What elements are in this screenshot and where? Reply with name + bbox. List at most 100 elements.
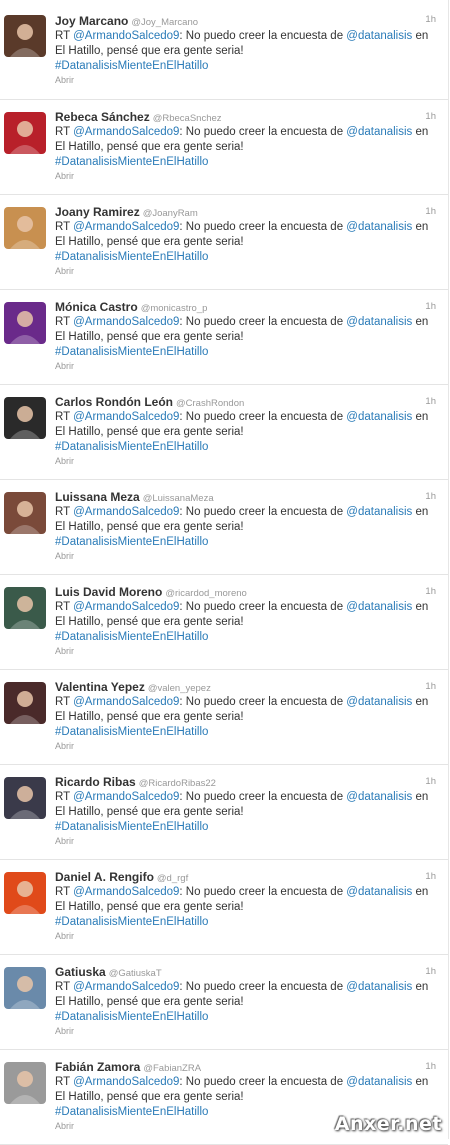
- user-handle[interactable]: @RbecaSnchez: [153, 113, 222, 124]
- avatar[interactable]: [4, 302, 46, 344]
- tweet-time[interactable]: 1h: [425, 871, 436, 882]
- hashtag-link[interactable]: #DatanalisisMienteEnElHatillo: [55, 726, 208, 738]
- user-handle[interactable]: @Joy_Marcano: [131, 17, 198, 28]
- tweet-time[interactable]: 1h: [425, 491, 436, 502]
- open-tweet-link[interactable]: Abrir: [55, 1026, 438, 1036]
- open-tweet-link[interactable]: Abrir: [55, 931, 438, 941]
- tweet-item[interactable]: Luissana Meza @LuissanaMeza 1h RT @ArmandoS…: [0, 480, 448, 575]
- user-name[interactable]: Luissana Meza: [55, 490, 140, 504]
- user-handle[interactable]: @valen_yepez: [148, 683, 211, 694]
- hashtag-link[interactable]: #DatanalisisMienteEnElHatillo: [55, 346, 208, 358]
- user-name[interactable]: Luis David Moreno: [55, 585, 162, 599]
- tweet-item[interactable]: Mónica Castro @monicastro_p 1h RT @ArmandoS…: [0, 290, 448, 385]
- open-tweet-link[interactable]: Abrir: [55, 456, 438, 466]
- user-handle[interactable]: @ricardod_moreno: [165, 588, 246, 599]
- hashtag-link[interactable]: #DatanalisisMienteEnElHatillo: [55, 60, 208, 72]
- tweet-time[interactable]: 1h: [425, 776, 436, 787]
- mention-link[interactable]: @ArmandoSalcedo9: [73, 221, 179, 233]
- hashtag-link[interactable]: #DatanalisisMienteEnElHatillo: [55, 441, 208, 453]
- mention-link-datanalisis[interactable]: @datanalisis: [346, 1076, 412, 1088]
- mention-link-datanalisis[interactable]: @datanalisis: [346, 506, 412, 518]
- avatar[interactable]: [4, 872, 46, 914]
- tweet-item[interactable]: Joany Ramirez @JoanyRam 1h RT @ArmandoSalce…: [0, 195, 448, 290]
- user-handle[interactable]: @monicastro_p: [141, 303, 208, 314]
- tweet-time[interactable]: 1h: [425, 301, 436, 312]
- mention-link[interactable]: @ArmandoSalcedo9: [73, 886, 179, 898]
- tweet-time[interactable]: 1h: [425, 396, 436, 407]
- user-handle[interactable]: @d_rgf: [157, 873, 188, 884]
- avatar[interactable]: [4, 492, 46, 534]
- mention-link-datanalisis[interactable]: @datanalisis: [346, 696, 412, 708]
- user-name[interactable]: Joany Ramirez: [55, 205, 140, 219]
- open-tweet-link[interactable]: Abrir: [55, 551, 438, 561]
- open-tweet-link[interactable]: Abrir: [55, 741, 438, 751]
- avatar[interactable]: [4, 207, 46, 249]
- tweet-time[interactable]: 1h: [425, 206, 436, 217]
- hashtag-link[interactable]: #DatanalisisMienteEnElHatillo: [55, 916, 208, 928]
- tweet-time[interactable]: 1h: [425, 681, 436, 692]
- open-tweet-link[interactable]: Abrir: [55, 361, 438, 371]
- user-handle[interactable]: @GatiuskaT: [109, 968, 162, 979]
- hashtag-link[interactable]: #DatanalisisMienteEnElHatillo: [55, 631, 208, 643]
- user-name[interactable]: Joy Marcano: [55, 14, 128, 28]
- user-handle[interactable]: @RicardoRibas22: [139, 778, 216, 789]
- mention-link-datanalisis[interactable]: @datanalisis: [346, 30, 412, 42]
- user-handle[interactable]: @JoanyRam: [143, 208, 198, 219]
- tweet-item[interactable]: Rebeca Sánchez @RbecaSnchez 1h RT @ArmandoS…: [0, 100, 448, 195]
- tweet-time[interactable]: 1h: [425, 1061, 436, 1072]
- open-tweet-link[interactable]: Abrir: [55, 266, 438, 276]
- mention-link[interactable]: @ArmandoSalcedo9: [73, 791, 179, 803]
- mention-link[interactable]: @ArmandoSalcedo9: [73, 126, 179, 138]
- hashtag-link[interactable]: #DatanalisisMienteEnElHatillo: [55, 1011, 208, 1023]
- mention-link[interactable]: @ArmandoSalcedo9: [73, 316, 179, 328]
- user-name[interactable]: Carlos Rondón León: [55, 395, 173, 409]
- tweet-time[interactable]: 1h: [425, 586, 436, 597]
- user-handle[interactable]: @LuissanaMeza: [143, 493, 214, 504]
- user-name[interactable]: Daniel A. Rengifo: [55, 870, 154, 884]
- mention-link-datanalisis[interactable]: @datanalisis: [346, 411, 412, 423]
- mention-link[interactable]: @ArmandoSalcedo9: [73, 30, 179, 42]
- avatar[interactable]: [4, 587, 46, 629]
- avatar[interactable]: [4, 777, 46, 819]
- tweet-item[interactable]: Valentina Yepez @valen_yepez 1h RT @Armando…: [0, 670, 448, 765]
- mention-link-datanalisis[interactable]: @datanalisis: [346, 221, 412, 233]
- mention-link[interactable]: @ArmandoSalcedo9: [73, 506, 179, 518]
- hashtag-link[interactable]: #DatanalisisMienteEnElHatillo: [55, 821, 208, 833]
- mention-link-datanalisis[interactable]: @datanalisis: [346, 886, 412, 898]
- tweet-item[interactable]: Gatiuska @GatiuskaT 1h RT @ArmandoSalcedo9:…: [0, 955, 448, 1050]
- hashtag-link[interactable]: #DatanalisisMienteEnElHatillo: [55, 536, 208, 548]
- avatar[interactable]: [4, 682, 46, 724]
- mention-link[interactable]: @ArmandoSalcedo9: [73, 981, 179, 993]
- mention-link-datanalisis[interactable]: @datanalisis: [346, 126, 412, 138]
- mention-link[interactable]: @ArmandoSalcedo9: [73, 1076, 179, 1088]
- user-name[interactable]: Rebeca Sánchez: [55, 110, 150, 124]
- open-tweet-link[interactable]: Abrir: [55, 75, 438, 85]
- user-name[interactable]: Valentina Yepez: [55, 680, 145, 694]
- mention-link-datanalisis[interactable]: @datanalisis: [346, 791, 412, 803]
- mention-link[interactable]: @ArmandoSalcedo9: [73, 696, 179, 708]
- hashtag-link[interactable]: #DatanalisisMienteEnElHatillo: [55, 251, 208, 263]
- tweet-time[interactable]: 1h: [425, 966, 436, 977]
- open-tweet-link[interactable]: Abrir: [55, 646, 438, 656]
- mention-link-datanalisis[interactable]: @datanalisis: [346, 316, 412, 328]
- tweet-time[interactable]: 1h: [425, 111, 436, 122]
- user-name[interactable]: Ricardo Ribas: [55, 775, 136, 789]
- hashtag-link[interactable]: #DatanalisisMienteEnElHatillo: [55, 156, 208, 168]
- user-name[interactable]: Mónica Castro: [55, 300, 138, 314]
- mention-link-datanalisis[interactable]: @datanalisis: [346, 601, 412, 613]
- open-tweet-link[interactable]: Abrir: [55, 836, 438, 846]
- tweet-item[interactable]: Carlos Rondón León @CrashRondon 1h RT @Arma…: [0, 385, 448, 480]
- hashtag-link[interactable]: #DatanalisisMienteEnElHatillo: [55, 1106, 208, 1118]
- user-name[interactable]: Fabián Zamora: [55, 1060, 140, 1074]
- tweet-item[interactable]: Daniel A. Rengifo @d_rgf 1h RT @ArmandoSalc…: [0, 860, 448, 955]
- tweet-item[interactable]: Ricardo Ribas @RicardoRibas22 1h RT @Armand…: [0, 765, 448, 860]
- user-handle[interactable]: @FabianZRA: [143, 1063, 201, 1074]
- user-handle[interactable]: @CrashRondon: [176, 398, 244, 409]
- mention-link-datanalisis[interactable]: @datanalisis: [346, 981, 412, 993]
- avatar[interactable]: [4, 112, 46, 154]
- tweet-item[interactable]: Joy Marcano @Joy_Marcano 1h RT @ArmandoSalc…: [0, 0, 448, 100]
- avatar[interactable]: [4, 967, 46, 1009]
- avatar[interactable]: [4, 15, 46, 57]
- mention-link[interactable]: @ArmandoSalcedo9: [73, 411, 179, 423]
- tweet-time[interactable]: 1h: [425, 14, 436, 25]
